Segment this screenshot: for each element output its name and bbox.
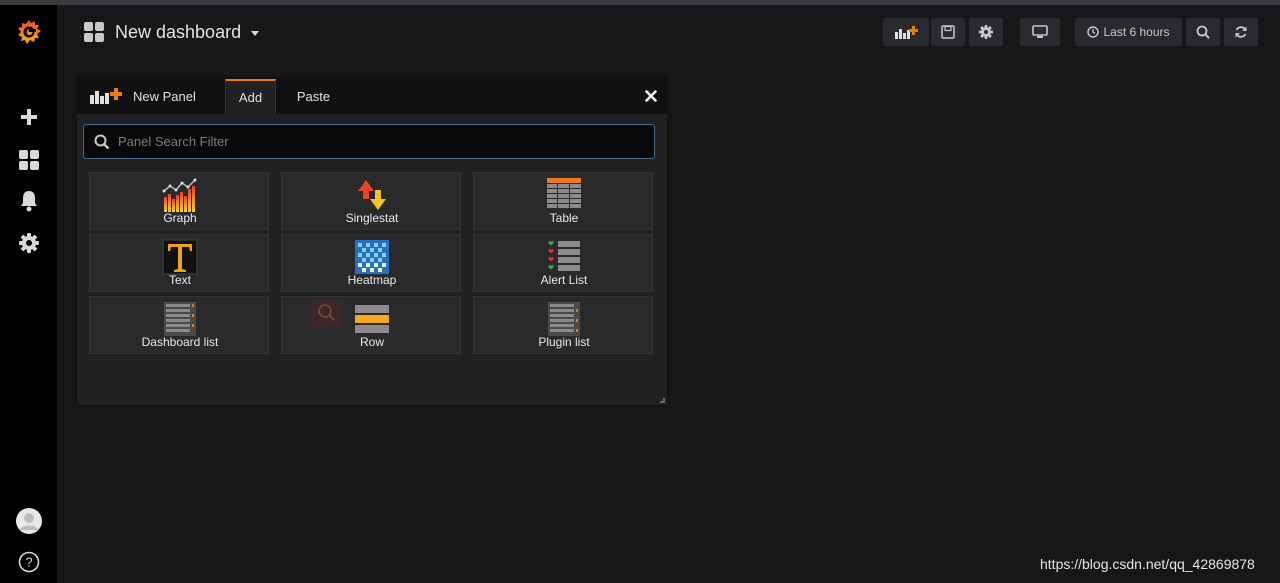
- add-panel-icon: [90, 88, 122, 104]
- watermark-text: https://blog.csdn.net/qq_42869878: [1040, 556, 1255, 572]
- save-icon: [941, 25, 955, 39]
- resize-handle[interactable]: [660, 398, 665, 403]
- gear-icon[interactable]: [0, 227, 57, 259]
- panel-type-dashboard-list[interactable]: Dashboard list: [89, 296, 269, 354]
- plus-icon[interactable]: [0, 101, 57, 133]
- refresh-icon: [1235, 26, 1247, 38]
- help-glyph: ?: [25, 555, 32, 570]
- panel-type-label: Plugin list: [538, 335, 590, 349]
- heatmap-icon: [282, 239, 462, 275]
- panel-type-label: Table: [549, 211, 579, 225]
- panel-type-label: Row: [359, 335, 384, 349]
- panel-type-table[interactable]: Table: [473, 172, 653, 230]
- chevron-down-icon: [251, 31, 260, 36]
- grafana-logo[interactable]: [0, 16, 57, 48]
- time-range-picker[interactable]: Last 6 hours: [1075, 18, 1182, 46]
- tab-paste[interactable]: Paste: [287, 79, 340, 114]
- bell-icon[interactable]: [0, 185, 57, 217]
- panel-type-label: Graph: [163, 211, 197, 225]
- panel-type-alert-list[interactable]: Alert List: [473, 234, 653, 292]
- dashboards-icon: [84, 22, 104, 42]
- dashboard-header: New dashboard Last 6 hours: [57, 5, 1280, 57]
- row-icon: [282, 301, 462, 337]
- help-icon[interactable]: ?: [0, 546, 57, 578]
- tv-icon: [1032, 25, 1048, 38]
- panel-type-row[interactable]: Row: [281, 296, 461, 354]
- gear-icon: [979, 25, 993, 39]
- panel-search-input[interactable]: [118, 134, 638, 149]
- close-icon[interactable]: [642, 87, 660, 105]
- panel-title-text: New Panel: [133, 88, 196, 104]
- panel-type-label: Singlestat: [345, 211, 399, 225]
- graph-icon: [90, 177, 270, 213]
- new-panel-card: New Panel Add Paste Panel Search Filter …: [77, 77, 667, 405]
- dashboards-icon[interactable]: [0, 144, 57, 176]
- time-range-label: Last 6 hours: [1103, 25, 1170, 39]
- zoom-out-icon: [1196, 25, 1210, 39]
- add-panel-icon: [895, 26, 918, 39]
- panel-header: New Panel Add Paste: [77, 77, 667, 114]
- refresh-button[interactable]: [1224, 18, 1258, 46]
- singlestat-icon: [282, 177, 462, 213]
- search-icon: [94, 134, 110, 149]
- panel-type-label: Alert List: [540, 273, 588, 287]
- zoom-out-button[interactable]: [1186, 18, 1220, 46]
- add-panel-button[interactable]: [883, 18, 929, 46]
- settings-button[interactable]: [969, 18, 1003, 46]
- panel-type-graph[interactable]: Graph: [89, 172, 269, 230]
- tab-add[interactable]: Add: [225, 79, 276, 114]
- view-mode-button[interactable]: [1020, 18, 1060, 46]
- panel-type-singlestat[interactable]: Singlestat: [281, 172, 461, 230]
- table-icon: [474, 177, 654, 213]
- dashboard-title-dropdown[interactable]: New dashboard: [83, 19, 260, 45]
- panel-type-heatmap[interactable]: Heatmap: [281, 234, 461, 292]
- panel-type-label: Heatmap: [347, 273, 397, 287]
- sidebar: ?: [0, 5, 57, 583]
- clock-icon: [1087, 26, 1100, 38]
- alert-list-icon: [474, 239, 654, 275]
- save-dashboard-button[interactable]: [931, 18, 965, 46]
- panel-type-text[interactable]: Text: [89, 234, 269, 292]
- panel-type-label: Dashboard list: [141, 335, 219, 349]
- panel-search-field[interactable]: [83, 124, 655, 159]
- plugin-list-icon: [474, 301, 654, 337]
- text-icon: [90, 239, 270, 275]
- panel-title: New Panel: [89, 86, 196, 106]
- panel-type-label: Text: [168, 273, 191, 287]
- panel-type-plugin-list[interactable]: Plugin list: [473, 296, 653, 354]
- dashboard-title: New dashboard: [115, 21, 242, 42]
- avatar[interactable]: [0, 505, 57, 537]
- dashboard-list-icon: [90, 301, 270, 337]
